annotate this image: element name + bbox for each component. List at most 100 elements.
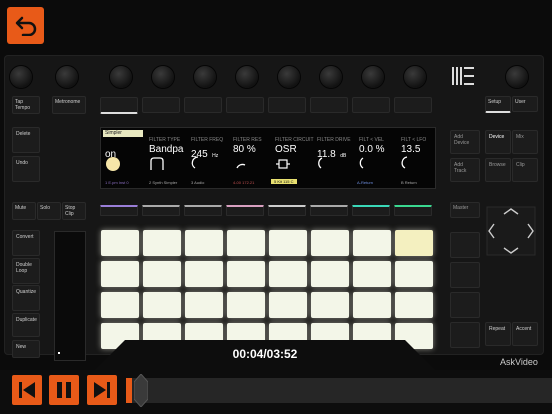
scene-button[interactable] [450,232,480,258]
pad[interactable] [227,230,265,256]
pad[interactable] [227,292,265,318]
button-label: Metronome [55,99,81,105]
new-button[interactable]: New [12,340,40,358]
button-label: User [515,99,526,105]
lower-button[interactable] [226,205,264,216]
lower-button[interactable] [184,205,222,216]
upper-button[interactable] [226,97,264,113]
stop-clip-button[interactable]: Stop Clip [62,202,86,220]
pad[interactable] [395,292,433,318]
pad[interactable] [143,261,181,287]
solo-button[interactable]: Solo [37,202,61,220]
upper-button[interactable] [394,97,432,113]
scene-button[interactable] [450,292,480,318]
double-loop-button[interactable]: Double Loop [12,258,40,284]
pad[interactable] [353,230,391,256]
knob[interactable] [110,66,132,88]
device-button[interactable]: Device [485,130,511,154]
pad[interactable] [353,261,391,287]
knob[interactable] [10,66,32,88]
pad[interactable] [311,292,349,318]
button-label: Stop Clip [65,205,76,217]
param-value: 13.5 [401,144,421,155]
knob-arc-icon [359,156,373,175]
delete-button[interactable]: Delete [12,127,40,153]
knob[interactable] [278,66,300,88]
progress-handle[interactable] [133,373,149,408]
knob[interactable] [152,66,174,88]
skip-forward-button[interactable] [87,375,117,405]
upper-button-row [100,97,434,114]
upper-button[interactable] [100,97,138,114]
tap-tempo-button[interactable]: Tap Tempo [12,96,40,114]
setup-button[interactable]: Setup [485,96,511,113]
pad[interactable] [311,230,349,256]
pad[interactable] [395,230,433,256]
touch-strip[interactable] [54,231,86,361]
lower-button[interactable] [142,205,180,216]
skip-back-button[interactable] [12,375,42,405]
pad[interactable] [101,261,139,287]
pad[interactable] [311,261,349,287]
knob[interactable] [404,66,426,88]
convert-button[interactable]: Convert [12,230,40,256]
pause-button[interactable] [49,375,79,405]
upper-button[interactable] [310,97,348,113]
button-label: Mix [516,134,524,140]
add-device-button[interactable]: Add Device [450,130,480,154]
param-value: 80 % [233,144,256,155]
pad[interactable] [269,230,307,256]
repeat-button[interactable]: Repeat [485,322,511,346]
knob[interactable] [320,66,342,88]
pad[interactable] [269,261,307,287]
knob-arc-icon [401,156,415,175]
param-header: FILT < LFO [401,137,427,143]
accent-button[interactable]: Accent [512,322,538,346]
upper-button[interactable] [352,97,390,113]
metronome-button[interactable]: Metronome [52,96,86,114]
pad[interactable] [185,261,223,287]
knob[interactable] [362,66,384,88]
pad[interactable] [101,230,139,256]
back-button[interactable] [7,7,44,44]
pad[interactable] [395,261,433,287]
lower-button[interactable] [394,205,432,216]
pad[interactable] [143,230,181,256]
add-track-button[interactable]: Add Track [450,158,480,182]
pad[interactable] [143,292,181,318]
upper-button[interactable] [268,97,306,113]
knob-arc-icon [233,156,247,175]
scene-button[interactable] [450,262,480,288]
upper-button[interactable] [142,97,180,113]
mix-button[interactable]: Mix [512,130,538,154]
duplicate-button[interactable]: Duplicate [12,313,40,337]
master-knob[interactable] [506,66,528,88]
master-button[interactable]: Master [450,202,480,218]
param-value: 0.0 % [359,144,385,155]
knob[interactable] [194,66,216,88]
browse-button[interactable]: Browse [485,158,511,182]
pad[interactable] [353,292,391,318]
scene-button[interactable] [450,322,480,348]
pad[interactable] [101,292,139,318]
knob[interactable] [236,66,258,88]
video-controls [0,370,552,414]
pad[interactable] [185,230,223,256]
pad[interactable] [227,261,265,287]
user-button[interactable]: User [512,96,538,112]
clip-button[interactable]: Clip [512,158,538,182]
quantize-button[interactable]: Quantize [12,285,40,311]
undo-button[interactable]: Undo [12,156,40,182]
navigation-dpad[interactable] [486,206,536,256]
pad[interactable] [185,292,223,318]
lower-button[interactable] [268,205,306,216]
progress-track[interactable] [126,373,552,408]
lower-button[interactable] [310,205,348,216]
knob[interactable] [56,66,78,88]
lower-button[interactable] [100,205,138,216]
mute-button[interactable]: Mute [12,202,36,220]
button-label: Device [489,134,505,140]
lower-button[interactable] [352,205,390,216]
pad[interactable] [269,292,307,318]
upper-button[interactable] [184,97,222,113]
